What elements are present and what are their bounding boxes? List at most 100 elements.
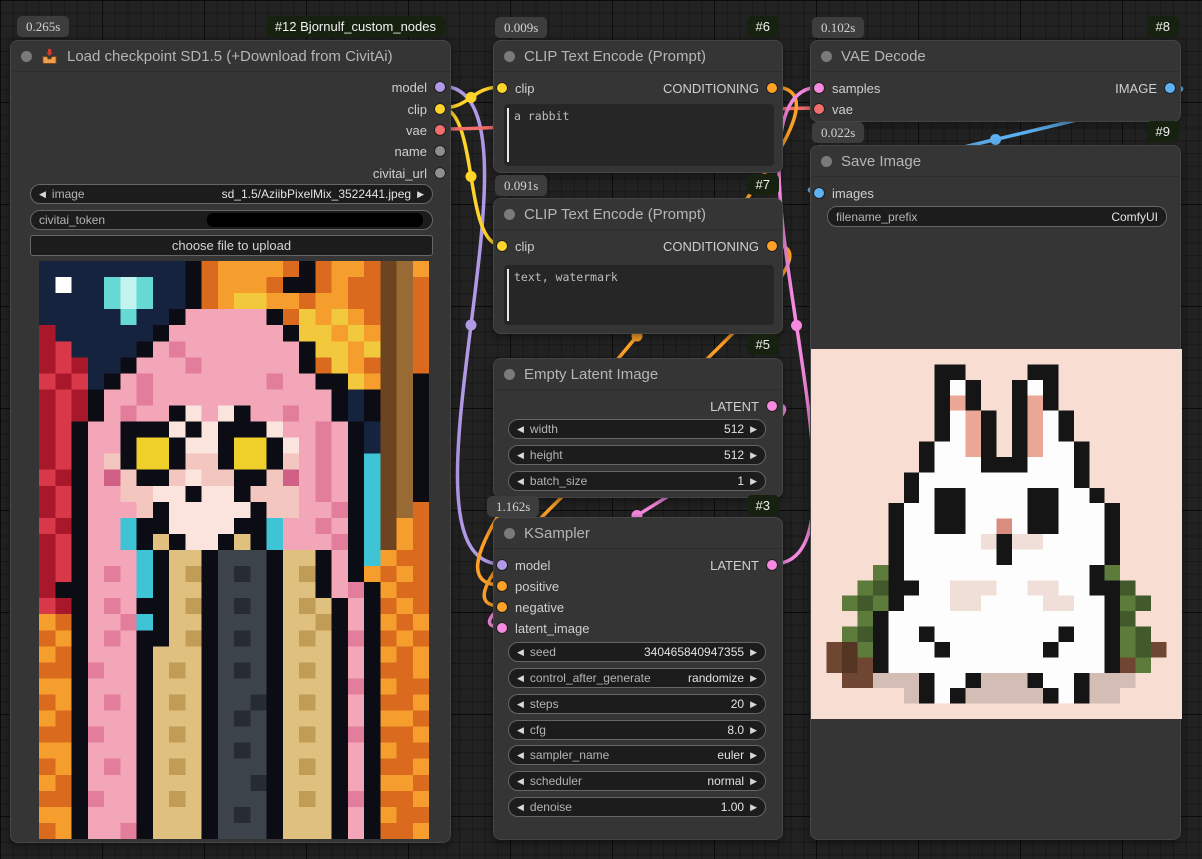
increment-arrow-icon[interactable]: ▶ (750, 777, 757, 786)
decrement-arrow-icon[interactable]: ◀ (517, 674, 524, 683)
node-vae-decode[interactable]: VAE Decode samples vae IMAGE (810, 40, 1181, 122)
decrement-arrow-icon[interactable]: ◀ (517, 700, 524, 709)
slot-dot-icon[interactable] (767, 560, 777, 570)
slot-dot-icon[interactable] (1165, 83, 1175, 93)
decrement-arrow-icon[interactable]: ◀ (517, 751, 524, 760)
node-title-bar[interactable]: Empty Latent Image (494, 359, 782, 390)
batch-size-widget[interactable]: ◀ batch_size 1 ▶ (508, 471, 766, 491)
decrement-arrow-icon[interactable]: ◀ (517, 451, 524, 460)
output-slot-name[interactable]: name (394, 141, 445, 161)
node-title-bar[interactable]: VAE Decode (811, 41, 1180, 72)
decrement-arrow-icon[interactable]: ◀ (517, 477, 524, 486)
output-slot-latent[interactable]: LATENT (710, 396, 777, 416)
increment-arrow-icon[interactable]: ▶ (417, 190, 424, 199)
slot-dot-icon[interactable] (435, 125, 445, 135)
node-graph-canvas[interactable]: 0.265s #12 Bjornulf_custom_nodes 0.009s … (0, 0, 1202, 859)
wire-midpoint-dot[interactable] (466, 320, 477, 331)
slot-dot-icon[interactable] (497, 241, 507, 251)
node-empty-latent-image[interactable]: Empty Latent Image LATENT ◀ width 512 ▶ … (493, 358, 783, 498)
wire-midpoint-dot[interactable] (990, 134, 1001, 145)
input-slot-vae[interactable]: vae (814, 99, 853, 119)
input-slot-clip[interactable]: clip (497, 236, 535, 256)
decrement-arrow-icon[interactable]: ◀ (39, 190, 46, 199)
node-clip-text-encode-negative[interactable]: CLIP Text Encode (Prompt) clip CONDITION… (493, 198, 783, 334)
prompt-textarea[interactable]: a rabbit (504, 104, 774, 166)
node-clip-text-encode-positive[interactable]: CLIP Text Encode (Prompt) clip CONDITION… (493, 40, 783, 173)
scheduler-widget[interactable]: ◀ scheduler normal ▶ (508, 771, 766, 791)
output-slot-conditioning[interactable]: CONDITIONING (663, 236, 777, 256)
output-slot-civitai-url[interactable]: civitai_url (373, 163, 445, 183)
node-save-image[interactable]: Save Image images filename_prefix ComfyU… (810, 145, 1181, 840)
wire-midpoint-dot[interactable] (466, 171, 477, 182)
steps-widget[interactable]: ◀ steps 20 ▶ (508, 694, 766, 714)
collapse-dot[interactable] (821, 156, 832, 167)
collapse-dot[interactable] (821, 51, 832, 62)
choose-file-button[interactable]: choose file to upload (30, 235, 433, 256)
control-after-generate-widget[interactable]: ◀ control_after_generate randomize ▶ (508, 668, 766, 688)
decrement-arrow-icon[interactable]: ◀ (517, 648, 524, 657)
increment-arrow-icon[interactable]: ▶ (750, 803, 757, 812)
collapse-dot[interactable] (504, 528, 515, 539)
increment-arrow-icon[interactable]: ▶ (750, 700, 757, 709)
slot-dot-icon[interactable] (497, 83, 507, 93)
output-slot-image[interactable]: IMAGE (1115, 78, 1175, 98)
input-slot-clip[interactable]: clip (497, 78, 535, 98)
wire-midpoint-dot[interactable] (791, 320, 802, 331)
output-slot-conditioning[interactable]: CONDITIONING (663, 78, 777, 98)
node-title-bar[interactable]: Save Image (811, 146, 1180, 177)
input-slot-latent-image[interactable]: latent_image (497, 618, 589, 638)
decrement-arrow-icon[interactable]: ◀ (517, 803, 524, 812)
sampler-name-widget[interactable]: ◀ sampler_name euler ▶ (508, 745, 766, 765)
slot-dot-icon[interactable] (435, 104, 445, 114)
output-slot-latent[interactable]: LATENT (710, 555, 777, 575)
slot-dot-icon[interactable] (767, 83, 777, 93)
width-widget[interactable]: ◀ width 512 ▶ (508, 419, 766, 439)
image-combo-widget[interactable]: ◀ image sd_1.5/AziibPixelMix_3522441.jpe… (30, 184, 433, 204)
increment-arrow-icon[interactable]: ▶ (750, 674, 757, 683)
slot-dot-icon[interactable] (814, 188, 824, 198)
increment-arrow-icon[interactable]: ▶ (750, 648, 757, 657)
increment-arrow-icon[interactable]: ▶ (750, 451, 757, 460)
increment-arrow-icon[interactable]: ▶ (750, 425, 757, 434)
slot-dot-icon[interactable] (767, 401, 777, 411)
filename-prefix-widget[interactable]: filename_prefix ComfyUI (827, 206, 1167, 227)
prompt-textarea[interactable]: text, watermark (504, 265, 774, 325)
node-load-checkpoint[interactable]: Load checkpoint SD1.5 (+Download from Ci… (10, 40, 451, 843)
increment-arrow-icon[interactable]: ▶ (750, 751, 757, 760)
output-slot-model[interactable]: model (392, 77, 445, 97)
input-slot-images[interactable]: images (814, 183, 874, 203)
input-slot-negative[interactable]: negative (497, 597, 564, 617)
increment-arrow-icon[interactable]: ▶ (750, 477, 757, 486)
collapse-dot[interactable] (504, 209, 515, 220)
wire-midpoint-dot[interactable] (466, 92, 477, 103)
height-widget[interactable]: ◀ height 512 ▶ (508, 445, 766, 465)
input-slot-model[interactable]: model (497, 555, 550, 575)
slot-dot-icon[interactable] (814, 83, 824, 93)
node-title-bar[interactable]: CLIP Text Encode (Prompt) (494, 199, 782, 230)
collapse-dot[interactable] (21, 51, 32, 62)
slot-dot-icon[interactable] (435, 82, 445, 92)
node-title-bar[interactable]: CLIP Text Encode (Prompt) (494, 41, 782, 72)
cfg-widget[interactable]: ◀ cfg 8.0 ▶ (508, 720, 766, 740)
input-slot-positive[interactable]: positive (497, 576, 559, 596)
seed-widget[interactable]: ◀ seed 340465840947355 ▶ (508, 642, 766, 662)
collapse-dot[interactable] (504, 51, 515, 62)
input-slot-samples[interactable]: samples (814, 78, 880, 98)
slot-dot-icon[interactable] (497, 560, 507, 570)
slot-dot-icon[interactable] (497, 581, 507, 591)
node-ksampler[interactable]: KSampler model positive negative latent_… (493, 517, 783, 840)
increment-arrow-icon[interactable]: ▶ (750, 726, 757, 735)
slot-dot-icon[interactable] (767, 241, 777, 251)
node-title-bar[interactable]: Load checkpoint SD1.5 (+Download from Ci… (11, 41, 450, 72)
collapse-dot[interactable] (504, 369, 515, 380)
node-title-bar[interactable]: KSampler (494, 518, 782, 549)
slot-dot-icon[interactable] (497, 623, 507, 633)
denoise-widget[interactable]: ◀ denoise 1.00 ▶ (508, 797, 766, 817)
output-slot-clip[interactable]: clip (407, 99, 445, 119)
output-slot-vae[interactable]: vae (406, 120, 445, 140)
slot-dot-icon[interactable] (497, 602, 507, 612)
slot-dot-icon[interactable] (435, 146, 445, 156)
decrement-arrow-icon[interactable]: ◀ (517, 726, 524, 735)
decrement-arrow-icon[interactable]: ◀ (517, 777, 524, 786)
civitai-token-widget[interactable]: civitai_token (30, 210, 433, 230)
